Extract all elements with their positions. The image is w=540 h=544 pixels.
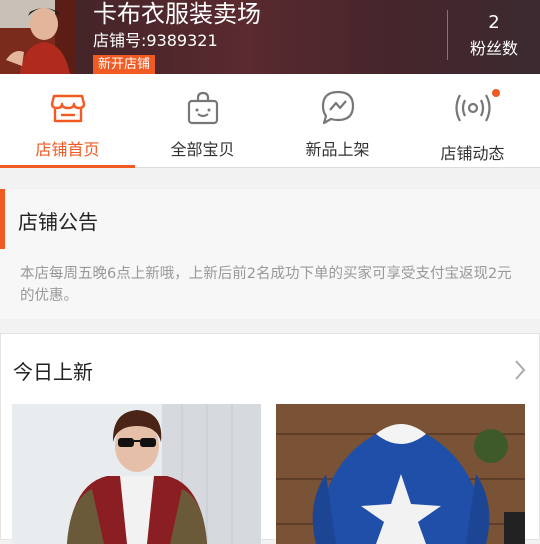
fans-count[interactable]: 2 — [448, 12, 540, 34]
tab-new-arrivals[interactable]: 新品上架 — [270, 74, 405, 168]
tab-shop-home[interactable]: 店铺首页 — [0, 74, 135, 168]
notice-title: 店铺公告 — [18, 210, 98, 234]
product-card[interactable] — [12, 404, 261, 544]
broadcast-icon — [454, 94, 491, 122]
chat-bubble-icon — [321, 90, 354, 125]
product-image — [12, 404, 261, 544]
active-tab-indicator — [0, 165, 135, 168]
fans-label[interactable]: 粉丝数 — [448, 38, 540, 60]
tab-label: 全部宝贝 — [170, 140, 235, 159]
shopping-bag-icon — [187, 91, 218, 125]
notice-text: 本店每周五晚6点上新哦，上新后前2名成功下单的买家可享受支付宝返现2元的优惠。 — [20, 266, 512, 304]
shop-tabs: 店铺首页 全部宝贝 新品上架 店铺动态 — [0, 74, 540, 168]
new-today-title[interactable]: 今日上新 — [13, 356, 93, 385]
tab-label: 店铺动态 — [440, 144, 505, 163]
product-image — [276, 404, 525, 544]
chevron-right-icon[interactable] — [513, 358, 527, 382]
new-shop-badge: 新开店铺 — [93, 55, 156, 74]
shop-avatar[interactable] — [0, 0, 75, 74]
notification-dot — [492, 89, 500, 97]
notice-body: 本店每周五晚6点上新哦，上新后前2名成功下单的买家可享受支付宝返现2元的优惠。 — [0, 249, 540, 319]
shop-id: 店铺号:9389321 — [93, 31, 218, 50]
tab-all-items[interactable]: 全部宝贝 — [135, 74, 270, 168]
notice-accent-bar — [0, 189, 5, 249]
new-today-section: 今日上新 — [0, 333, 540, 544]
tab-label: 店铺首页 — [35, 140, 100, 159]
notice-header: 店铺公告 — [0, 189, 540, 249]
storefront-icon — [50, 94, 85, 123]
shop-name: 卡布衣服装卖场 — [93, 0, 261, 28]
product-card[interactable] — [276, 404, 525, 544]
tab-label: 新品上架 — [305, 140, 370, 159]
tab-shop-updates[interactable]: 店铺动态 — [405, 74, 540, 168]
shop-header: 卡布衣服装卖场 店铺号:9389321 新开店铺 2 粉丝数 — [0, 0, 540, 74]
